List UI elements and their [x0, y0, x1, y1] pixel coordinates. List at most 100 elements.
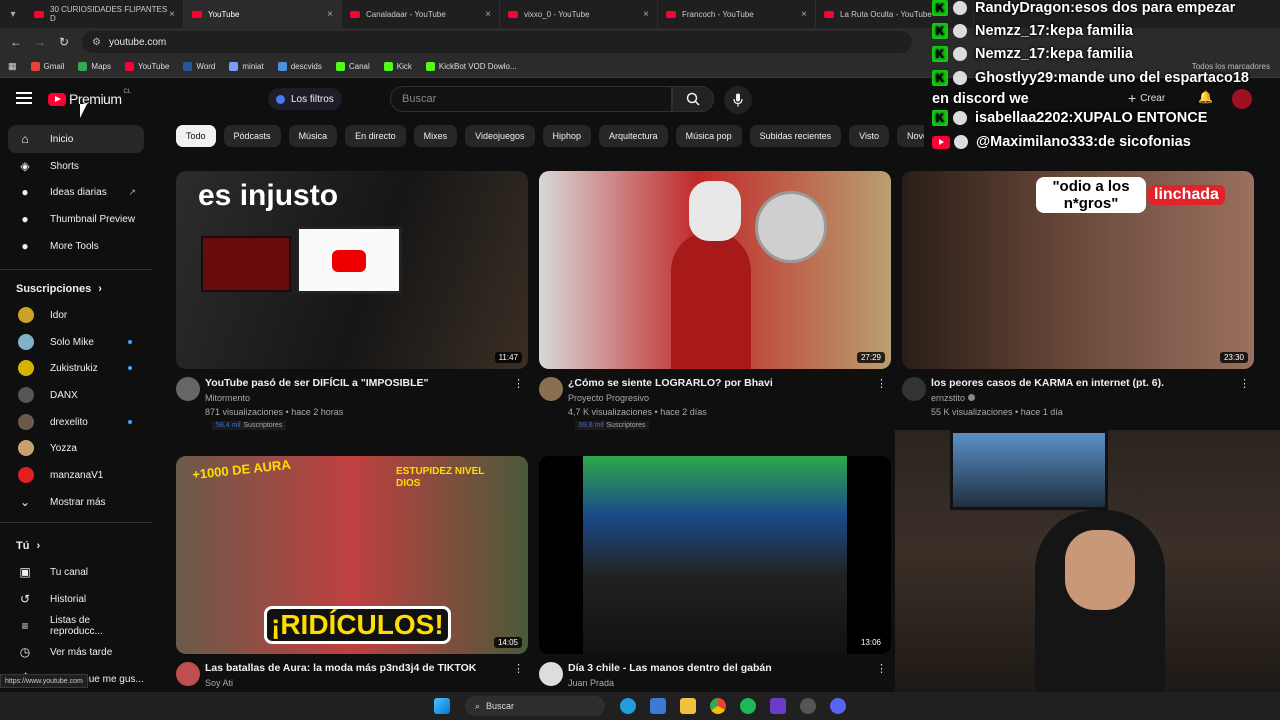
more-options-icon[interactable]: ⋮ — [876, 662, 887, 675]
sidebar-subscription-item[interactable]: manzanaV1 — [8, 461, 144, 489]
browser-tab[interactable]: vixxo_0 - YouTube × — [500, 0, 658, 28]
filter-chip[interactable]: En directo — [345, 125, 406, 147]
video-card[interactable]: es injusto 11:47 YouTube pasó de ser DIF… — [176, 171, 528, 439]
video-thumbnail[interactable]: 27:29 — [539, 171, 891, 369]
filter-chip[interactable]: Música pop — [675, 125, 742, 147]
filter-chip[interactable]: Todo — [176, 125, 216, 147]
filter-chip[interactable]: Visto — [849, 125, 890, 147]
bookmark-item[interactable]: KickBot VOD Dowlo... — [425, 62, 517, 71]
search-button[interactable] — [672, 86, 714, 112]
video-card[interactable]: 27:29 ¿Cómo se siente LOGRARLO? por Bhav… — [539, 171, 891, 439]
channel-avatar[interactable] — [902, 377, 926, 401]
site-info-icon[interactable]: ⚙ — [92, 37, 101, 48]
video-thumbnail[interactable]: +1000 DE AURA ESTUPIDEZ NIVEL DIOS ¡RIDÍ… — [176, 456, 528, 654]
tab-search-button[interactable]: ▾ — [0, 0, 26, 28]
filter-chip[interactable]: Pódcasts — [223, 125, 281, 147]
app-icon[interactable] — [770, 698, 786, 714]
sidebar-subscription-item[interactable]: drexelito — [8, 408, 144, 436]
apps-icon[interactable]: ▦ — [8, 61, 17, 72]
bookmark-item[interactable]: YouTube — [124, 62, 169, 71]
sidebar-subscription-item[interactable]: Solo Mike — [8, 328, 144, 356]
more-options-icon[interactable]: ⋮ — [513, 662, 524, 675]
taskbar-search[interactable]: ⌕ Buscar — [465, 696, 605, 716]
more-options-icon[interactable]: ⋮ — [513, 377, 524, 390]
video-title[interactable]: ¿Cómo se siente LOGRARLO? por Bhavi — [568, 377, 868, 389]
channel-avatar[interactable] — [539, 377, 563, 401]
channel-name[interactable]: Mitormento — [205, 393, 250, 403]
filter-chip[interactable]: Arquitectura — [599, 125, 668, 147]
youtube-premium-logo[interactable]: Premium CL — [48, 89, 131, 107]
voice-search-button[interactable] — [724, 86, 752, 114]
tab-close-icon[interactable]: × — [485, 9, 491, 20]
channel-avatar[interactable] — [539, 662, 563, 686]
video-thumbnail[interactable]: es injusto 11:47 — [176, 171, 528, 369]
more-options-icon[interactable]: ⋮ — [1239, 377, 1250, 390]
sidebar-item-thumbnail-preview[interactable]: ● Thumbnail Preview — [8, 205, 144, 233]
channel-avatar[interactable] — [176, 662, 200, 686]
reload-icon[interactable]: ↻ — [52, 35, 76, 49]
tab-close-icon[interactable]: × — [327, 9, 333, 20]
bookmark-item[interactable]: descvids — [277, 62, 322, 71]
filter-chip[interactable]: Mixes — [413, 125, 458, 147]
menu-icon[interactable] — [16, 92, 32, 104]
tab-close-icon[interactable]: × — [643, 9, 649, 20]
video-title[interactable]: YouTube pasó de ser DIFÍCIL a "IMPOSIBLE… — [205, 377, 505, 389]
sidebar-subscription-item[interactable]: Idor — [8, 301, 144, 329]
address-bar[interactable]: ⚙ youtube.com — [82, 31, 912, 53]
tab-close-icon[interactable]: × — [801, 9, 807, 20]
bookmark-item[interactable]: miniat — [229, 62, 264, 71]
sidebar-subscription-item[interactable]: Zukistrukiz — [8, 354, 144, 382]
sidebar-subscription-item[interactable]: Yozza — [8, 434, 144, 462]
sidebar-item-ver-mas-tarde[interactable]: ◷ Ver más tarde — [8, 638, 144, 666]
channel-name[interactable]: Juan Prada — [568, 678, 614, 688]
sidebar-item-shorts[interactable]: ◈ Shorts — [8, 152, 144, 180]
bookmark-item[interactable]: Kick — [383, 62, 412, 71]
bookmark-item[interactable]: Gmail — [30, 62, 64, 71]
tab-close-icon[interactable]: × — [169, 9, 175, 20]
bookmark-item[interactable]: Maps — [78, 62, 111, 71]
forward-icon[interactable]: → — [28, 35, 52, 49]
browser-tab[interactable]: 30 CURIOSIDADES FLIPANTES D × — [26, 0, 184, 28]
sidebar-item-inicio[interactable]: ⌂ Inicio — [8, 125, 144, 153]
search-input[interactable]: Buscar — [390, 86, 672, 112]
browser-tab[interactable]: Francoch - YouTube × — [658, 0, 816, 28]
video-card[interactable]: "odio a los n*gros" linchada 23:30 los p… — [902, 171, 1254, 439]
video-title[interactable]: Día 3 chile - Las manos dentro del gabán — [568, 662, 868, 674]
filter-chip[interactable]: Videojuegos — [465, 125, 535, 147]
obs-icon[interactable] — [800, 698, 816, 714]
bookmark-item[interactable]: Word — [183, 62, 215, 71]
video-thumbnail[interactable]: 13:06 — [539, 456, 891, 654]
video-card[interactable]: 13:06 Día 3 chile - Las manos dentro del… — [539, 456, 891, 720]
show-more-button[interactable]: ⌄ Mostrar más — [8, 488, 144, 516]
sidebar-item-listas[interactable]: ≡ Listas de reproducc... — [8, 612, 144, 640]
more-options-icon[interactable]: ⋮ — [876, 377, 887, 390]
filter-chip[interactable]: Música — [288, 125, 338, 147]
video-card[interactable]: +1000 DE AURA ESTUPIDEZ NIVEL DIOS ¡RIDÍ… — [176, 456, 528, 720]
channel-name[interactable]: Soy Ati — [205, 678, 233, 688]
file-explorer-icon[interactable] — [680, 698, 696, 714]
filter-chip[interactable]: Hiphop — [542, 125, 592, 147]
discord-icon[interactable] — [830, 698, 846, 714]
edge-icon[interactable] — [620, 698, 636, 714]
sidebar-item-more-tools[interactable]: ● More Tools — [8, 232, 144, 260]
browser-tab[interactable]: Canaladaar - YouTube × — [342, 0, 500, 28]
store-icon[interactable] — [650, 698, 666, 714]
video-title[interactable]: Las batallas de Aura: la moda más p3nd3j… — [205, 662, 505, 674]
windows-start-icon[interactable] — [434, 698, 450, 714]
filter-chip[interactable]: Subidas recientes — [749, 125, 842, 147]
spotify-icon[interactable] — [740, 698, 756, 714]
sidebar-item-tu-canal[interactable]: ▣ Tu canal — [8, 558, 144, 586]
back-icon[interactable]: ← — [4, 35, 28, 49]
bookmark-item[interactable]: Canal — [335, 62, 370, 71]
chrome-icon[interactable] — [710, 698, 726, 714]
channel-name[interactable]: ernzstito — [931, 393, 976, 403]
filters-button[interactable]: Los filtros — [268, 88, 342, 110]
sidebar-item-ideas[interactable]: ● Ideas diarias ↗ — [8, 178, 144, 206]
channel-avatar[interactable] — [176, 377, 200, 401]
browser-tab-active[interactable]: YouTube × — [184, 0, 342, 28]
subscriptions-heading[interactable]: Suscripciones › — [16, 283, 102, 295]
video-title[interactable]: los peores casos de KARMA en internet (p… — [931, 377, 1231, 389]
you-heading[interactable]: Tú › — [16, 540, 40, 552]
sidebar-item-historial[interactable]: ↺ Historial — [8, 585, 144, 613]
filter-chip[interactable]: Novedad para ti — [897, 125, 924, 147]
